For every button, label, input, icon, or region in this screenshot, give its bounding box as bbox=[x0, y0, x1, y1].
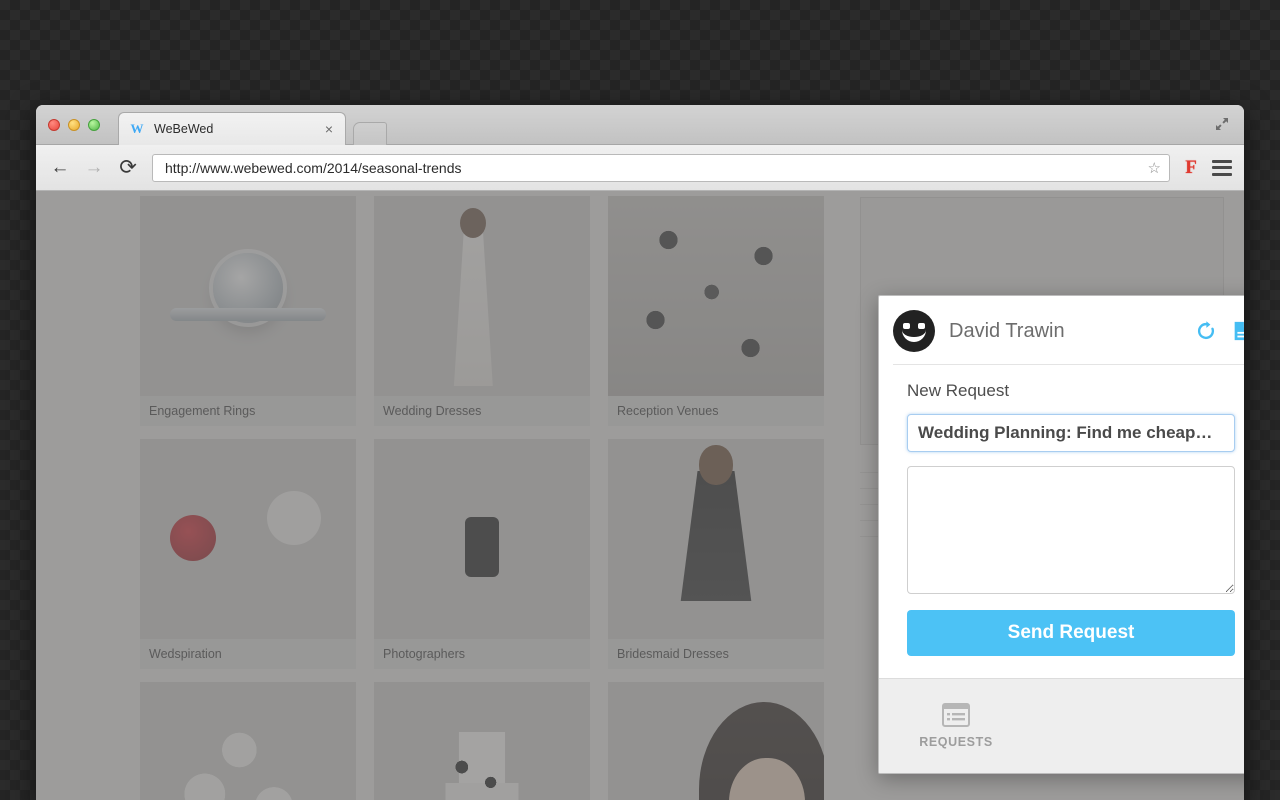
category-card[interactable]: Bridesmaid Dresses bbox=[608, 439, 824, 669]
footer-tab-requests[interactable]: REQUESTS bbox=[919, 703, 993, 749]
reception-venues-thumbnail bbox=[608, 196, 824, 396]
category-label: Photographers bbox=[374, 639, 590, 669]
close-window-button[interactable] bbox=[48, 119, 60, 131]
address-bar-url: http://www.webewed.com/2014/seasonal-tre… bbox=[165, 159, 462, 176]
w-logo-icon: W bbox=[130, 121, 144, 136]
category-card[interactable]: Engagement Rings bbox=[140, 196, 356, 426]
back-button[interactable]: ← bbox=[48, 156, 72, 180]
bridesmaid-dresses-thumbnail bbox=[608, 439, 824, 639]
category-card[interactable]: Reception Venues bbox=[608, 196, 824, 426]
send-request-button[interactable]: Send Request bbox=[907, 610, 1235, 656]
footer-tab-label: REQUESTS bbox=[919, 735, 993, 749]
category-label: Wedding Dresses bbox=[374, 396, 590, 426]
category-card[interactable] bbox=[608, 682, 824, 800]
browser-toolbar: ← → ⟳ http://www.webewed.com/2014/season… bbox=[36, 145, 1244, 191]
address-bar[interactable]: http://www.webewed.com/2014/seasonal-tre… bbox=[152, 153, 1170, 182]
flowers-thumbnail bbox=[140, 682, 356, 800]
request-title-input[interactable] bbox=[907, 414, 1235, 452]
browser-tab-webewed[interactable]: W WeBeWed × bbox=[118, 112, 346, 145]
category-card[interactable] bbox=[374, 682, 590, 800]
category-grid: Engagement Rings Wedding Dresses Recepti… bbox=[140, 196, 824, 800]
panel-footer: REQUESTS bbox=[879, 678, 1244, 773]
cakes-thumbnail bbox=[374, 682, 590, 800]
bookmark-star-icon[interactable]: ☆ bbox=[1148, 159, 1161, 177]
category-row: Wedspiration Photographers Bridesmaid Dr… bbox=[140, 439, 824, 669]
browser-tab-title: WeBeWed bbox=[154, 122, 214, 136]
category-row: Engagement Rings Wedding Dresses Recepti… bbox=[140, 196, 824, 426]
category-label: Engagement Rings bbox=[140, 396, 356, 426]
wedding-dresses-thumbnail bbox=[374, 196, 590, 396]
window-controls bbox=[48, 119, 100, 131]
photographers-thumbnail bbox=[374, 439, 590, 639]
extension-popup-panel: David Trawin New Request Send Request bbox=[878, 295, 1244, 774]
forward-button[interactable]: → bbox=[82, 156, 106, 180]
category-card[interactable]: Photographers bbox=[374, 439, 590, 669]
section-title: New Request bbox=[907, 381, 1010, 400]
category-card[interactable] bbox=[140, 682, 356, 800]
request-body-textarea[interactable] bbox=[907, 466, 1235, 594]
category-card[interactable]: Wedding Dresses bbox=[374, 196, 590, 426]
maximize-icon[interactable] bbox=[1214, 116, 1230, 132]
category-card[interactable]: Wedspiration bbox=[140, 439, 356, 669]
browser-tabstrip: W WeBeWed × bbox=[36, 105, 1244, 145]
refresh-icon[interactable] bbox=[1195, 319, 1217, 343]
category-label: Bridesmaid Dresses bbox=[608, 639, 824, 669]
new-document-icon[interactable] bbox=[1231, 319, 1244, 343]
wedspiration-thumbnail bbox=[140, 439, 356, 639]
zoom-window-button[interactable] bbox=[88, 119, 100, 131]
category-row bbox=[140, 682, 824, 800]
panel-header: David Trawin bbox=[893, 296, 1244, 365]
panel-header-actions bbox=[1195, 319, 1244, 343]
list-icon bbox=[942, 703, 970, 727]
new-tab-button[interactable] bbox=[353, 122, 387, 145]
extension-icon[interactable]: F bbox=[1180, 157, 1202, 179]
avatar-mouth bbox=[902, 329, 926, 342]
category-label: Wedspiration bbox=[140, 639, 356, 669]
smiley-avatar bbox=[893, 310, 935, 352]
user-name: David Trawin bbox=[949, 319, 1065, 342]
beauty-thumbnail bbox=[608, 682, 824, 800]
panel-body: New Request Send Request bbox=[879, 365, 1244, 678]
engagement-rings-thumbnail bbox=[140, 196, 356, 396]
category-label: Reception Venues bbox=[608, 396, 824, 426]
browser-window: W WeBeWed × ← → ⟳ http://www.webewed.com… bbox=[36, 105, 1244, 800]
minimize-window-button[interactable] bbox=[68, 119, 80, 131]
reload-button[interactable]: ⟳ bbox=[116, 156, 140, 180]
close-icon[interactable]: × bbox=[323, 122, 335, 136]
hamburger-menu-icon[interactable] bbox=[1212, 159, 1232, 176]
